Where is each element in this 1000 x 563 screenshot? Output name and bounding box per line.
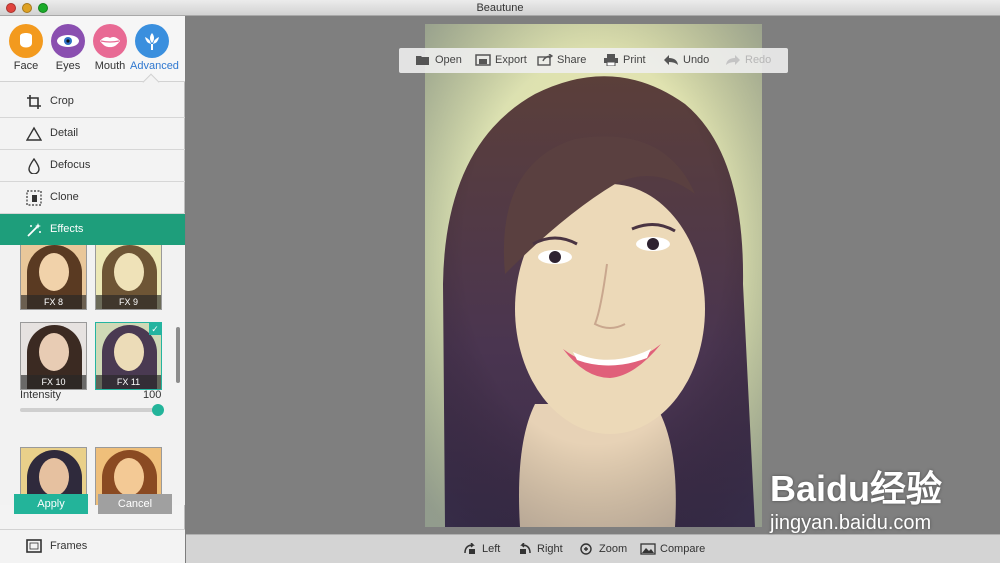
tab-face[interactable]: Face xyxy=(4,24,48,72)
clone-icon xyxy=(26,190,42,206)
frame-icon xyxy=(26,539,42,553)
tab-advanced[interactable]: Advanced xyxy=(130,24,179,72)
sidebar: Face Eyes Mouth Advanced Crop Detail Def… xyxy=(0,16,185,563)
triangle-icon xyxy=(26,126,42,141)
zoom-icon xyxy=(580,543,592,555)
watermark-url: jingyan.baidu.com xyxy=(770,512,932,534)
watermark: Baidu经验 jingyan.baidu.com xyxy=(770,456,995,541)
watermark-logo: Baidu经验 xyxy=(770,468,943,509)
print-button[interactable]: Print xyxy=(603,54,646,68)
cancel-button[interactable]: Cancel xyxy=(98,494,172,514)
flower-icon xyxy=(135,24,169,58)
effects-panel: FX 8 FX 9 FX 10 ✓ FX 11 xyxy=(0,245,185,505)
tool-defocus[interactable]: Defocus xyxy=(0,150,185,182)
share-button[interactable]: Share xyxy=(537,54,586,68)
rotate-left-button[interactable]: Left xyxy=(462,543,500,555)
folder-icon xyxy=(416,56,429,66)
intensity-slider[interactable] xyxy=(20,408,158,412)
effect-thumbnail-selected[interactable]: ✓ FX 11 xyxy=(95,322,162,390)
tool-detail[interactable]: Detail xyxy=(0,118,185,150)
tool-clone[interactable]: Clone xyxy=(0,182,185,214)
effects-scrollbar[interactable] xyxy=(176,327,180,383)
redo-icon xyxy=(726,55,740,66)
undo-button[interactable]: Undo xyxy=(663,54,709,68)
effect-thumbnail[interactable]: FX 9 xyxy=(95,245,162,310)
crop-icon xyxy=(27,95,41,109)
rotate-left-icon xyxy=(464,543,475,555)
drop-icon xyxy=(28,158,40,174)
image-toolbar: Open Export Share Print Undo Redo xyxy=(399,48,788,73)
intensity-slider-handle[interactable] xyxy=(152,404,164,416)
tab-eyes[interactable]: Eyes xyxy=(46,24,90,72)
face-icon xyxy=(9,24,43,58)
export-button[interactable]: Export xyxy=(475,54,527,68)
category-tabs: Face Eyes Mouth Advanced xyxy=(0,16,185,91)
lips-icon xyxy=(93,24,127,58)
share-icon xyxy=(537,54,553,66)
window-title: Beautune xyxy=(476,2,524,14)
printer-icon xyxy=(604,54,618,67)
picture-icon xyxy=(640,543,656,555)
apply-button[interactable]: Apply xyxy=(14,494,88,514)
magic-wand-icon xyxy=(27,223,41,237)
eye-icon xyxy=(51,24,85,58)
tab-mouth[interactable]: Mouth xyxy=(88,24,132,72)
effect-thumbnail[interactable]: FX 10 xyxy=(20,322,87,390)
title-bar: Beautune xyxy=(0,0,1000,16)
photo-canvas[interactable] xyxy=(425,24,762,527)
intensity-label: Intensity xyxy=(20,389,61,401)
minimize-window-button[interactable] xyxy=(22,3,32,13)
check-icon: ✓ xyxy=(149,323,161,335)
export-icon xyxy=(475,54,491,66)
compare-button[interactable]: Compare xyxy=(640,543,705,555)
portrait-image xyxy=(425,24,762,527)
undo-icon xyxy=(664,55,678,66)
zoom-button[interactable]: Zoom xyxy=(579,543,627,555)
tool-frames[interactable]: Frames xyxy=(0,529,185,563)
rotate-right-button[interactable]: Right xyxy=(517,543,563,555)
effect-thumbnail[interactable]: FX 8 xyxy=(20,245,87,310)
tool-crop[interactable]: Crop xyxy=(0,86,185,118)
open-button[interactable]: Open xyxy=(415,54,462,68)
rotate-right-icon xyxy=(520,543,531,555)
intensity-value: 100 xyxy=(143,389,162,401)
close-window-button[interactable] xyxy=(6,3,16,13)
redo-button[interactable]: Redo xyxy=(725,54,771,68)
tool-effects[interactable]: Effects xyxy=(0,214,185,246)
maximize-window-button[interactable] xyxy=(38,3,48,13)
